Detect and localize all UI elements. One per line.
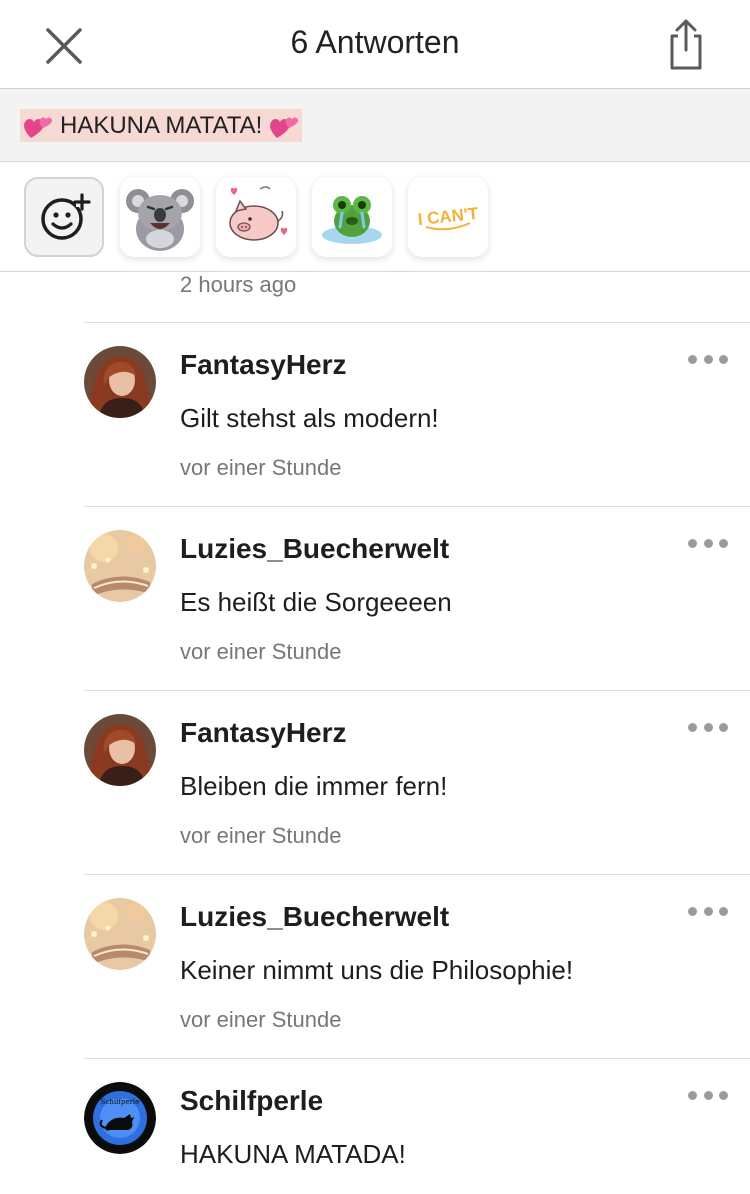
comment-author[interactable]: Luzies_Buecherwelt [180, 901, 449, 933]
quoted-text-bar: HAKUNA MATATA! [0, 89, 750, 162]
comment-text: Keiner nimmt uns die Philosophie! [180, 955, 574, 985]
sticker-bar: I CAN'T [0, 162, 750, 272]
share-icon [670, 19, 702, 70]
quoted-text-highlight[interactable]: HAKUNA MATATA! [20, 109, 303, 142]
pig-hearts-sticker[interactable] [216, 177, 296, 257]
more-options-button[interactable] [688, 903, 728, 919]
add-emoji-icon [41, 193, 91, 240]
comment-item: Schilfperle Schilfperle HAKUNA MATADA! [84, 1058, 750, 1194]
previous-comment-time: 2 hours ago [180, 272, 297, 297]
portrait-avatar-image [84, 714, 156, 786]
comment-item: FantasyHerz Gilt stehst als modern! vor … [84, 322, 750, 506]
koala-icon [126, 189, 194, 251]
add-reaction-button[interactable] [24, 177, 104, 257]
comment-author[interactable]: FantasyHerz [180, 717, 347, 749]
two-hearts-icon [24, 117, 53, 138]
book-avatar-image [84, 530, 156, 602]
more-options-button[interactable] [688, 535, 728, 551]
portrait-avatar-image [84, 346, 156, 418]
comment-author[interactable]: FantasyHerz [180, 349, 347, 381]
avatar[interactable] [84, 346, 156, 418]
comment-text: Gilt stehst als modern! [180, 403, 439, 433]
comment-item: FantasyHerz Bleiben die immer fern! vor … [84, 690, 750, 874]
two-hearts-icon [270, 117, 299, 138]
sticker-label: I CAN'T [417, 204, 480, 229]
more-options-button[interactable] [688, 719, 728, 735]
comment-feed[interactable]: 2 hours ago FantasyHerz Gilt stehst als … [0, 272, 750, 1194]
avatar[interactable] [84, 530, 156, 602]
more-options-button[interactable] [688, 351, 728, 367]
comment-item: Luzies_Buecherwelt Keiner nimmt uns die … [84, 874, 750, 1058]
frog-crying-sticker[interactable] [312, 177, 392, 257]
book-avatar-image [84, 898, 156, 970]
koala-laughing-sticker[interactable] [120, 177, 200, 257]
comment-time: vor einer Stunde [180, 1007, 342, 1032]
avatar[interactable] [84, 898, 156, 970]
pig-icon [229, 186, 288, 241]
avatar[interactable]: Schilfperle [84, 1082, 156, 1154]
share-button[interactable] [664, 16, 708, 72]
comment-time: vor einer Stunde [180, 455, 342, 480]
comment-text: HAKUNA MATADA! [180, 1139, 406, 1169]
more-options-button[interactable] [688, 1087, 728, 1103]
i-cant-sticker[interactable]: I CAN'T [408, 177, 488, 257]
comment-text: Es heißt die Sorgeeeen [180, 587, 452, 617]
avatar[interactable] [84, 714, 156, 786]
frog-icon [322, 196, 382, 244]
comment-text: Bleiben die immer fern! [180, 771, 448, 801]
comment-author[interactable]: Luzies_Buecherwelt [180, 533, 449, 565]
comment-time: vor einer Stunde [180, 823, 342, 848]
comment-time: vor einer Stunde [180, 639, 342, 664]
comment-author[interactable]: Schilfperle [180, 1085, 323, 1117]
avatar-label: Schilfperle [101, 1098, 140, 1106]
top-bar: 6 Antworten [0, 0, 750, 89]
i-cant-text-icon: I CAN'T [417, 204, 480, 231]
cat-avatar-image: Schilfperle [84, 1082, 156, 1154]
quoted-text: HAKUNA MATATA! [60, 111, 263, 139]
comment-item: Luzies_Buecherwelt Es heißt die Sorgeeee… [84, 506, 750, 690]
page-title: 6 Antworten [290, 24, 460, 60]
